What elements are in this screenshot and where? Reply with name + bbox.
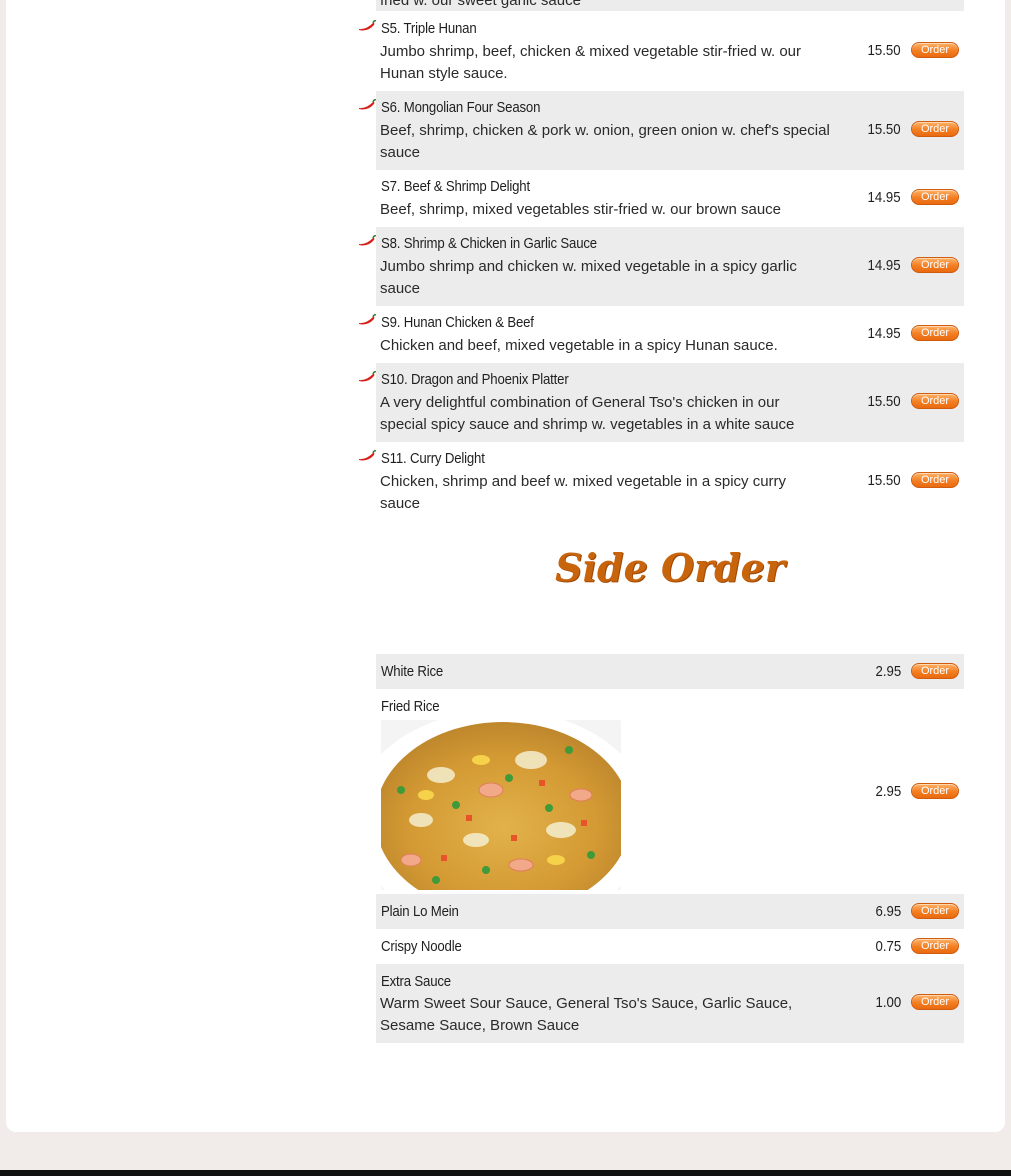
menu-item-desc: Jumbo shrimp and chicken w. mixed vegeta…	[380, 258, 797, 297]
order-button[interactable]: Order	[911, 189, 959, 205]
menu-item-price: 2.95	[875, 663, 901, 680]
spicy-pepper-icon	[359, 314, 376, 325]
menu-item-s6: S6. Mongolian Four Season Beef, shrimp, …	[376, 91, 964, 170]
menu-item-price: 14.95	[867, 325, 901, 342]
menu-item-price: 14.95	[867, 257, 901, 274]
footer-bar	[0, 1170, 1011, 1176]
menu-item-desc: Warm Sweet Sour Sauce, General Tso's Sau…	[380, 995, 793, 1034]
menu-item-price: 1.00	[875, 994, 901, 1011]
menu-item-price: 6.95	[875, 903, 901, 920]
menu-item-price: 15.50	[867, 393, 901, 410]
menu-item-s10: S10. Dragon and Phoenix Platter A very d…	[376, 363, 964, 442]
order-button[interactable]: Order	[911, 393, 959, 409]
menu-item-desc: A very delightful combination of General…	[380, 394, 795, 433]
menu-item-s5: S5. Triple Hunan Jumbo shrimp, beef, chi…	[376, 12, 964, 91]
menu-item-name: Plain Lo Mein	[381, 903, 459, 920]
spicy-pepper-icon	[359, 235, 376, 246]
menu-item-name: S6. Mongolian Four Season	[381, 99, 541, 116]
menu-item-price: 0.75	[875, 938, 901, 955]
order-button[interactable]: Order	[911, 472, 959, 488]
menu-item-desc: Beef, shrimp, mixed vegetables stir-frie…	[380, 201, 782, 218]
order-button[interactable]: Order	[911, 663, 959, 679]
menu-item-s7: S7. Beef & Shrimp Delight Beef, shrimp, …	[376, 170, 964, 227]
menu-item-cutoff: fried w. our sweet garlic sauce	[376, 0, 964, 11]
spicy-pepper-icon	[359, 20, 376, 31]
menu-item-name: S7. Beef & Shrimp Delight	[381, 178, 530, 195]
menu-item-name: S11. Curry Delight	[381, 450, 485, 467]
menu-item-price: 15.50	[867, 42, 901, 59]
order-button[interactable]: Order	[911, 325, 959, 341]
menu-item-fried-rice: Fried Rice 2.95 Order	[376, 689, 964, 894]
menu-item-plain-lo-mein: Plain Lo Mein 6.95 Order	[376, 894, 964, 929]
spicy-pepper-icon	[359, 371, 376, 382]
menu-item-desc: Beef, shrimp, chicken & pork w. onion, g…	[380, 122, 830, 161]
menu-item-name: S8. Shrimp & Chicken in Garlic Sauce	[381, 235, 597, 252]
fried-rice-photo	[381, 720, 621, 890]
menu-item-crispy-noodle: Crispy Noodle 0.75 Order	[376, 929, 964, 964]
menu-item-name: Extra Sauce	[381, 973, 451, 990]
menu-item-s11: S11. Curry Delight Chicken, shrimp and b…	[376, 442, 964, 521]
menu-item-price: 2.95	[875, 783, 901, 800]
menu-item-name: S9. Hunan Chicken & Beef	[381, 314, 534, 331]
menu-item-desc: fried w. our sweet garlic sauce	[380, 0, 581, 9]
spicy-pepper-icon	[359, 450, 376, 461]
order-button[interactable]: Order	[911, 938, 959, 954]
order-button[interactable]: Order	[911, 257, 959, 273]
spicy-pepper-icon	[359, 99, 376, 110]
menu-item-s9: S9. Hunan Chicken & Beef Chicken and bee…	[376, 306, 964, 363]
menu-item-name: S5. Triple Hunan	[381, 20, 477, 37]
menu-item-price: 14.95	[867, 189, 901, 206]
side-order-heading: Side Order	[555, 545, 785, 590]
menu-item-name: S10. Dragon and Phoenix Platter	[381, 371, 569, 388]
menu-item-name: Crispy Noodle	[381, 938, 462, 955]
order-button[interactable]: Order	[911, 42, 959, 58]
menu-item-extra-sauce: Extra Sauce Warm Sweet Sour Sauce, Gener…	[376, 964, 964, 1043]
menu-item-name: White Rice	[381, 663, 444, 680]
order-button[interactable]: Order	[911, 121, 959, 137]
menu-item-name: Fried Rice	[381, 698, 440, 715]
menu-item-desc: Chicken, shrimp and beef w. mixed vegeta…	[380, 473, 787, 512]
order-button[interactable]: Order	[911, 783, 959, 799]
menu-item-price: 15.50	[867, 121, 901, 138]
menu-item-price: 15.50	[867, 472, 901, 489]
menu-item-white-rice: White Rice 2.95 Order	[376, 654, 964, 689]
menu-item-s8: S8. Shrimp & Chicken in Garlic Sauce Jum…	[376, 227, 964, 306]
order-button[interactable]: Order	[911, 903, 959, 919]
menu-item-desc: Jumbo shrimp, beef, chicken & mixed vege…	[380, 43, 802, 82]
order-button[interactable]: Order	[911, 994, 959, 1010]
menu-item-desc: Chicken and beef, mixed vegetable in a s…	[380, 337, 778, 354]
